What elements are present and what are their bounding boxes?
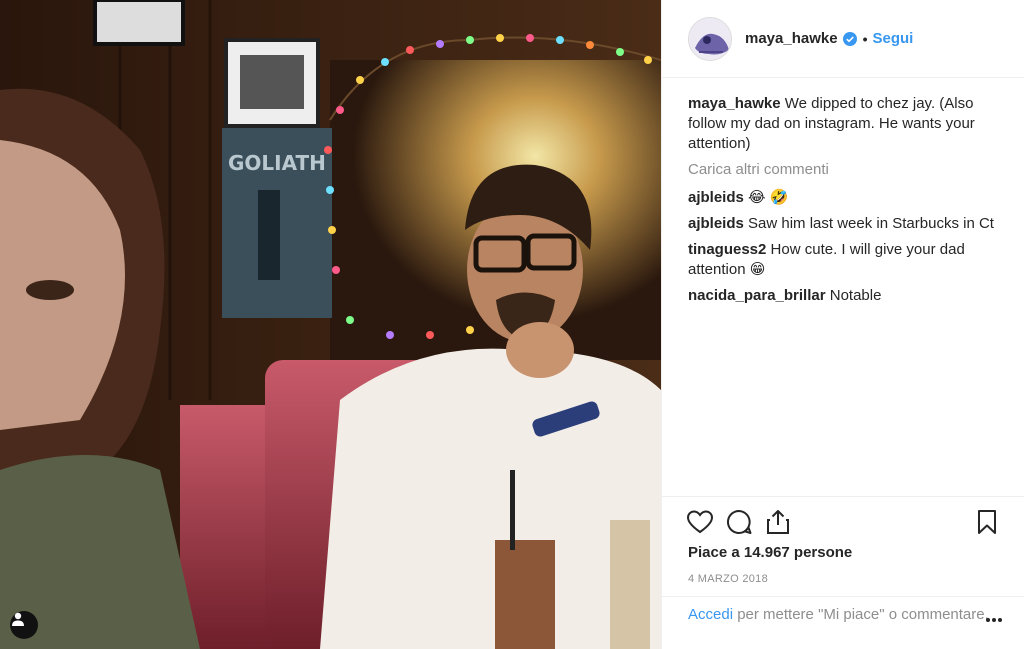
more-options-icon[interactable]	[985, 617, 1003, 623]
verified-badge-icon	[842, 31, 857, 46]
comment-username[interactable]: ajbleids	[688, 215, 744, 232]
caption-username[interactable]: maya_hawke	[688, 95, 781, 112]
action-icons	[662, 497, 1024, 547]
comment-item: ajbleids Saw him last week in Starbucks …	[688, 214, 999, 234]
comment-username[interactable]: ajbleids	[688, 189, 744, 206]
post-actions: Piace a 14.967 persone 4 marzo 2018 Acce…	[662, 496, 1024, 649]
post-header: maya_hawke • Segui	[662, 0, 1024, 78]
follow-button[interactable]: Segui	[872, 30, 913, 47]
comment-item: nacida_para_brillar Notable	[688, 286, 999, 306]
header-username[interactable]: maya_hawke	[745, 30, 838, 47]
photo-illustration: GOLIATH	[0, 0, 661, 649]
heart-icon[interactable]	[686, 508, 714, 536]
share-icon[interactable]	[764, 508, 792, 536]
comment-list: maya_hawke We dipped to chez jay. (Also …	[662, 78, 1024, 312]
post-side-panel: maya_hawke • Segui maya_hawke We dipped …	[661, 0, 1024, 649]
avatar[interactable]	[688, 16, 732, 61]
login-link[interactable]: Accedi	[688, 606, 733, 623]
caption: maya_hawke We dipped to chez jay. (Also …	[688, 94, 999, 154]
comment-text: Notable	[829, 287, 882, 304]
poster-title: GOLIATH	[228, 151, 326, 175]
likes-count[interactable]: Piace a 14.967 persone	[688, 544, 852, 561]
login-prompt-text: per mettere "Mi piace" o commentare.	[733, 606, 989, 623]
bookmark-icon[interactable]	[973, 508, 1001, 536]
comment-item: tinaguess2 How cute. I will give your da…	[688, 240, 999, 280]
login-prompt: Accedi per mettere "Mi piace" o commenta…	[662, 596, 1024, 649]
comment-username[interactable]: nacida_para_brillar	[688, 287, 826, 304]
comment-text: 😂 🤣	[748, 189, 789, 206]
comment-username[interactable]: tinaguess2	[688, 241, 766, 258]
comment-icon[interactable]	[725, 508, 753, 536]
post-date: 4 marzo 2018	[688, 573, 769, 585]
load-more-comments-button[interactable]: Carica altri commenti	[688, 160, 999, 180]
comment-text: Saw him last week in Starbucks in Ct	[748, 215, 994, 232]
header-separator: •	[862, 30, 868, 47]
user-tag-icon[interactable]	[10, 611, 38, 639]
comment-item: ajbleids 😂 🤣	[688, 188, 999, 208]
post-view: GOLIATH maya_hawke • Segui maya_hawke We…	[0, 0, 1024, 649]
post-photo[interactable]: GOLIATH	[0, 0, 661, 649]
